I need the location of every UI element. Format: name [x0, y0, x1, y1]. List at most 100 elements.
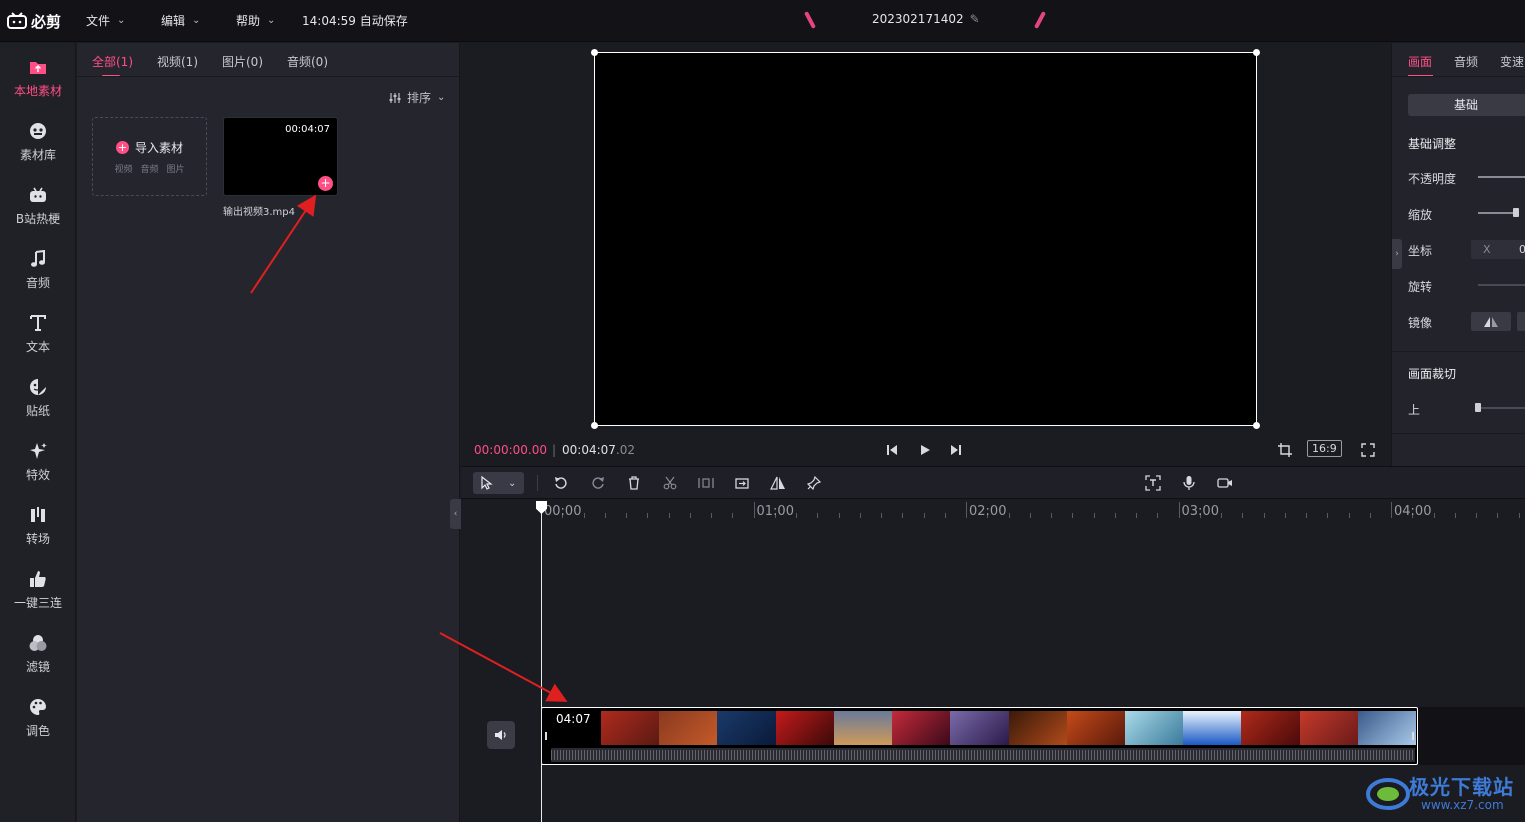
- ruler-tick: [944, 513, 946, 518]
- collapse-media-panel-button[interactable]: ‹: [450, 499, 461, 529]
- sidebar-item-1[interactable]: 素材库: [0, 112, 76, 172]
- sidebar-item-2[interactable]: B站热梗: [0, 176, 76, 236]
- resize-handle-tr[interactable]: [1253, 49, 1260, 56]
- mirror-vertical-button[interactable]: [1517, 312, 1525, 331]
- import-label: 导入素材: [134, 140, 183, 155]
- project-name[interactable]: 202302171402 ✎: [872, 12, 980, 26]
- sidebar-item-label: 特效: [25, 468, 50, 482]
- tab-picture[interactable]: 画面: [1408, 53, 1434, 77]
- pin-button[interactable]: [805, 474, 823, 492]
- playhead-line[interactable]: [541, 507, 542, 822]
- edit-pencil-icon[interactable]: ✎: [970, 12, 980, 26]
- ruler-tick: [1051, 513, 1052, 518]
- add-to-timeline-icon[interactable]: +: [318, 176, 333, 191]
- sidebar-item-3[interactable]: 音频: [0, 240, 76, 300]
- sidebar-item-9[interactable]: 滤镜: [0, 624, 76, 684]
- sidebar-item-label: B站热梗: [15, 212, 61, 226]
- clip-right-trim-handle[interactable]: [1412, 732, 1414, 740]
- tab-image[interactable]: 图片(0): [222, 53, 263, 70]
- tab-video[interactable]: 视频(1): [157, 53, 198, 70]
- upload-folder-icon: [28, 57, 48, 77]
- fullscreen-button[interactable]: [1359, 442, 1377, 458]
- skip-to-end-button[interactable]: [947, 442, 965, 458]
- sidebar-item-10[interactable]: 调色: [0, 688, 76, 748]
- ruler-tick: [732, 513, 734, 518]
- text-recognition-button[interactable]: [1144, 474, 1162, 492]
- freeze-frame-button[interactable]: [697, 474, 715, 492]
- split-button[interactable]: [661, 474, 679, 492]
- record-video-button[interactable]: [1216, 474, 1234, 492]
- ruler-tick: [1284, 513, 1286, 518]
- tab-all[interactable]: 全部(1): [92, 53, 133, 77]
- crop-top-slider[interactable]: [1478, 407, 1525, 409]
- mirror-horizontal-button[interactable]: [1471, 312, 1511, 331]
- ruler-tick: [647, 513, 649, 518]
- crop-top-knob[interactable]: [1475, 403, 1481, 412]
- undo-icon: [555, 477, 567, 489]
- sidebar-item-6[interactable]: 特效: [0, 432, 76, 492]
- crop-button[interactable]: [1276, 442, 1294, 458]
- rotation-slider[interactable]: [1478, 284, 1525, 286]
- replace-button[interactable]: [733, 474, 751, 492]
- sidebar-item-8[interactable]: 一键三连: [0, 560, 76, 620]
- ruler-tick: [923, 513, 925, 518]
- opacity-slider[interactable]: [1478, 176, 1525, 178]
- ruler-tick: [1263, 513, 1265, 518]
- scale-slider[interactable]: [1478, 212, 1514, 214]
- microphone-icon: [1183, 476, 1195, 490]
- divider: [77, 76, 460, 77]
- chevron-down-icon[interactable]: ⌄: [508, 478, 516, 489]
- menu-file[interactable]: 文件 ⌄: [86, 12, 125, 29]
- ruler-tick: [1221, 513, 1222, 518]
- tab-audio[interactable]: 音频(0): [287, 53, 328, 70]
- clip-left-trim-handle[interactable]: [545, 732, 547, 740]
- resize-handle-br[interactable]: [1253, 422, 1260, 429]
- project-name-label: 202302171402: [872, 12, 964, 26]
- sidebar-item-label: 转场: [25, 532, 50, 546]
- select-tool-button[interactable]: ⌄: [473, 472, 524, 494]
- clip-frame: [892, 711, 951, 745]
- sidebar-item-5[interactable]: 贴纸: [0, 368, 76, 428]
- tab-speed[interactable]: 变速: [1500, 53, 1524, 70]
- audio-waveform: [551, 748, 1415, 762]
- preview-canvas[interactable]: [591, 49, 1260, 429]
- inspector-panel: 画面 音频 变速 基础 基础调整 不透明度 缩放 坐标 X 0 旋转 镜像 画面…: [1391, 43, 1525, 466]
- watermark: 极光下载站 www.xz7.com: [1365, 768, 1520, 818]
- material-library-icon: [28, 121, 48, 141]
- undo-button[interactable]: [552, 474, 570, 492]
- collapse-inspector-button[interactable]: ›: [1392, 239, 1402, 269]
- record-audio-button[interactable]: [1180, 474, 1198, 492]
- sidebar: 本地素材 素材库 B站热梗音频 文本 贴纸特效转场一键三连 滤镜 调色: [0, 43, 76, 822]
- redo-button[interactable]: [589, 474, 607, 492]
- mirror-button[interactable]: [769, 474, 787, 492]
- sidebar-item-7[interactable]: 转场: [0, 496, 76, 556]
- resize-handle-tl[interactable]: [591, 49, 598, 56]
- menu-help[interactable]: 帮助 ⌄: [236, 12, 275, 29]
- sidebar-item-4[interactable]: 文本: [0, 304, 76, 364]
- crop-top-label: 上: [1408, 403, 1421, 417]
- scale-label: 缩放: [1408, 208, 1433, 222]
- time-ruler[interactable]: 00:00 01:00 02:00 03:00 04:00: [531, 500, 1525, 520]
- aspect-ratio-button[interactable]: 16:9: [1307, 440, 1342, 457]
- delete-button[interactable]: [625, 474, 643, 492]
- skip-to-start-button[interactable]: [883, 442, 901, 458]
- chevron-down-icon: ⌄: [192, 15, 201, 26]
- position-x-input[interactable]: X 0: [1471, 240, 1525, 259]
- video-clip[interactable]: 04:07: [541, 707, 1418, 765]
- resize-handle-bl[interactable]: [591, 422, 598, 429]
- sort-button[interactable]: 排序 ⌄: [389, 89, 445, 106]
- tab-audio[interactable]: 音频: [1454, 53, 1478, 70]
- autosave-status: 14:04:59 自动保存: [302, 14, 408, 28]
- watermark-logo-icon: [1366, 778, 1410, 810]
- play-button[interactable]: [916, 442, 934, 458]
- sidebar-item-0[interactable]: 本地素材: [0, 48, 76, 108]
- divider: [1392, 351, 1525, 352]
- basic-button[interactable]: 基础: [1408, 94, 1525, 116]
- scale-slider-knob[interactable]: [1513, 208, 1519, 217]
- media-thumbnail[interactable]: 00:04:07 +: [223, 117, 338, 196]
- import-media-button[interactable]: + 导入素材 视频 音频 图片: [92, 117, 207, 196]
- ruler-label: 04:00: [1394, 504, 1432, 519]
- menu-edit[interactable]: 编辑 ⌄: [161, 12, 200, 29]
- track-volume-button[interactable]: [487, 721, 515, 749]
- watermark-url: www.xz7.com: [1421, 798, 1504, 812]
